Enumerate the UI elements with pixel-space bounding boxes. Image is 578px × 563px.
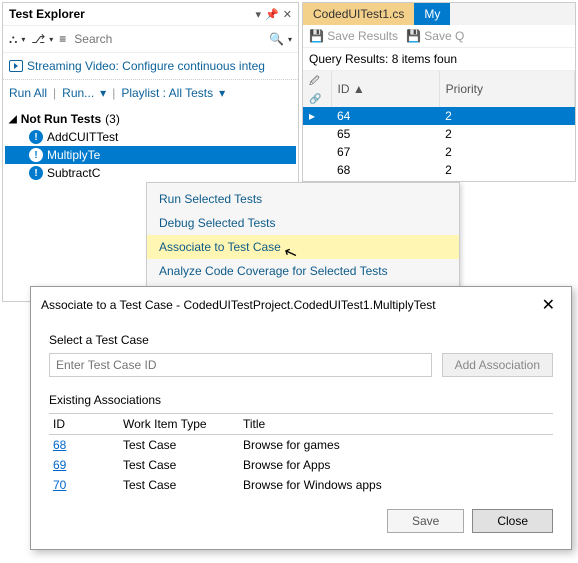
info-icon: ! <box>29 130 43 144</box>
existing-associations-label: Existing Associations <box>49 393 553 407</box>
dialog-titlebar: Associate to a Test Case - CodedUITestPr… <box>31 287 571 323</box>
work-item-link[interactable]: 69 <box>53 458 66 472</box>
video-icon <box>9 60 23 72</box>
column-id[interactable]: ID <box>49 414 119 435</box>
table-row[interactable]: 69Test CaseBrowse for Apps <box>49 455 553 475</box>
hierarchy-icon[interactable]: ⎇ <box>31 32 45 46</box>
test-item[interactable]: ! SubtractC <box>5 164 296 182</box>
query-toolbar: 💾 Save Results 💾 Save Q <box>303 25 575 48</box>
playlist-icon[interactable]: ≡ <box>59 32 66 46</box>
test-item[interactable]: ! AddCUITTest <box>5 128 296 146</box>
search-input[interactable] <box>72 30 263 48</box>
panel-titlebar: Test Explorer ▾ 📌 ✕ <box>3 3 298 26</box>
test-tree: ◢ Not Run Tests (3) ! AddCUITTest ! Mult… <box>3 106 298 186</box>
info-icon: ! <box>29 148 43 162</box>
save-button[interactable]: Save <box>387 509 464 533</box>
query-results-panel: CodedUITest1.cs My 💾 Save Results 💾 Save… <box>302 2 576 182</box>
document-tabs: CodedUITest1.cs My <box>303 3 575 25</box>
run-link[interactable]: Run... <box>62 86 94 100</box>
close-button[interactable]: Close <box>472 509 553 533</box>
associate-dialog: Associate to a Test Case - CodedUITestPr… <box>30 286 572 550</box>
work-item-link[interactable]: 70 <box>53 478 66 492</box>
tab-codeduitest[interactable]: CodedUITest1.cs <box>303 3 414 25</box>
close-icon[interactable]: ✕ <box>536 295 561 315</box>
associations-table: ID Work Item Type Title 68Test CaseBrows… <box>49 413 553 495</box>
close-icon[interactable]: ✕ <box>283 8 292 21</box>
menu-run-selected[interactable]: Run Selected Tests <box>147 187 459 211</box>
group-by-icon[interactable]: ⛬ <box>9 32 17 47</box>
query-summary: Query Results: 8 items foun <box>303 48 575 71</box>
table-row[interactable]: 70Test CaseBrowse for Windows apps <box>49 475 553 495</box>
table-row[interactable]: 682 <box>303 161 575 179</box>
info-icon: ! <box>29 166 43 180</box>
save-results-button[interactable]: 💾 Save Results <box>309 29 398 43</box>
dialog-title: Associate to a Test Case - CodedUITestPr… <box>41 298 536 312</box>
chevron-down-icon[interactable]: ▾ <box>100 86 106 100</box>
table-row[interactable]: 672 <box>303 143 575 161</box>
select-test-case-label: Select a Test Case <box>49 333 553 347</box>
link-icon: 🖉 🔗 <box>309 76 321 105</box>
add-association-button[interactable]: Add Association <box>442 353 553 377</box>
dialog-footer: Save Close <box>49 509 553 533</box>
test-group-header[interactable]: ◢ Not Run Tests (3) <box>5 110 296 128</box>
save-query-button[interactable]: 💾 Save Q <box>406 29 464 43</box>
tab-my[interactable]: My <box>414 3 450 25</box>
menu-associate-test-case[interactable]: Associate to Test Case <box>147 235 459 259</box>
streaming-video-link[interactable]: Streaming Video: Configure continuous in… <box>3 53 298 80</box>
menu-debug-selected[interactable]: Debug Selected Tests <box>147 211 459 235</box>
column-type[interactable]: Work Item Type <box>119 414 239 435</box>
pin-icon[interactable]: 📌 <box>265 8 279 21</box>
playlist-link[interactable]: Playlist : All Tests <box>121 86 213 100</box>
chevron-down-icon[interactable]: ▾ <box>219 86 225 100</box>
test-item-selected[interactable]: ! MultiplyTe <box>5 146 296 164</box>
sort-asc-icon: ▲ <box>353 82 365 96</box>
column-title[interactable]: Title <box>239 414 553 435</box>
table-row[interactable]: 652 <box>303 125 575 143</box>
work-item-link[interactable]: 68 <box>53 438 66 452</box>
menu-analyze-coverage[interactable]: Analyze Code Coverage for Selected Tests <box>147 259 459 283</box>
save-icon: 💾 <box>406 29 421 43</box>
results-grid: 🖉 🔗 ID ▲ Priority ▸642 652 672 682 <box>303 71 575 179</box>
run-all-link[interactable]: Run All <box>9 86 47 100</box>
run-bar: Run All | Run... ▾ | Playlist : All Test… <box>3 80 298 106</box>
column-id[interactable]: ID ▲ <box>331 71 439 107</box>
expand-icon: ◢ <box>9 114 17 125</box>
toolbar: ⛬▾ ⎇▾ ≡ 🔍 ▾ <box>3 26 298 53</box>
save-icon: 💾 <box>309 29 324 43</box>
search-icon[interactable]: 🔍 <box>269 32 284 46</box>
test-case-id-input[interactable] <box>49 353 432 377</box>
table-row[interactable]: 68Test CaseBrowse for games <box>49 435 553 456</box>
panel-title: Test Explorer <box>9 7 252 21</box>
dropdown-icon[interactable]: ▾ <box>256 8 262 21</box>
column-priority[interactable]: Priority <box>439 71 574 107</box>
table-row[interactable]: ▸642 <box>303 107 575 125</box>
